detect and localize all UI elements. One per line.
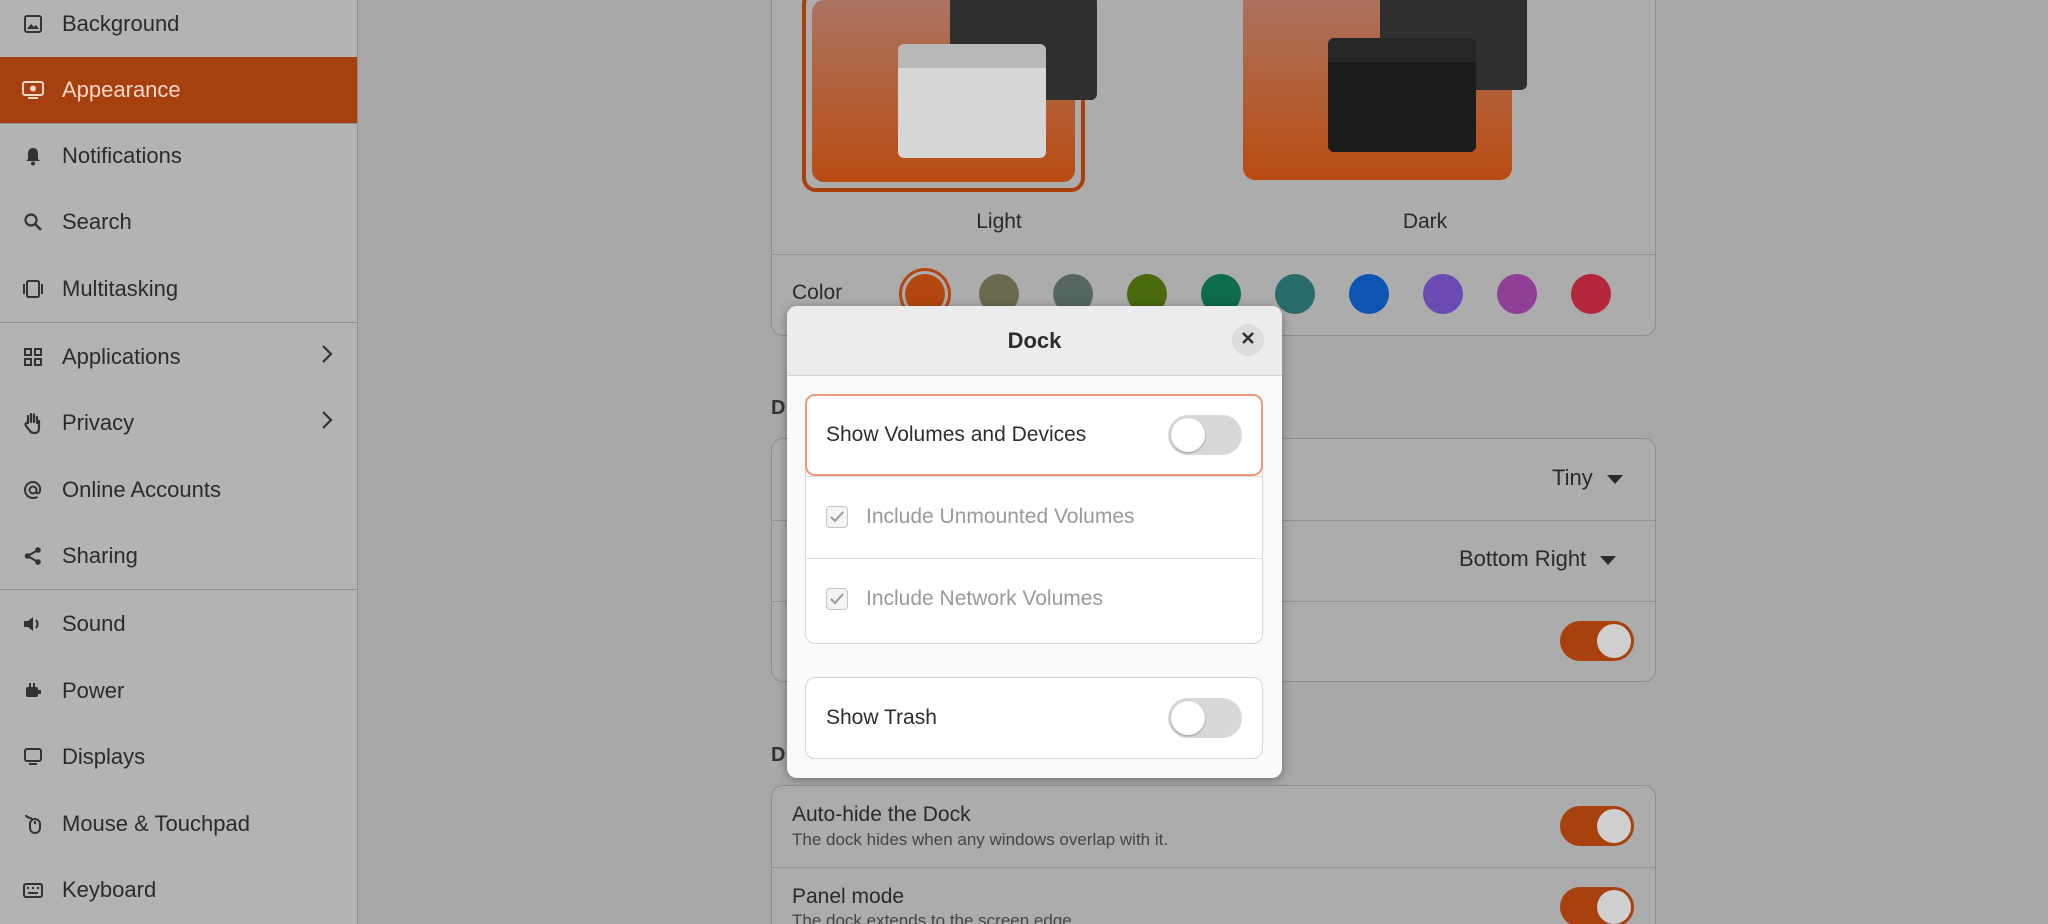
accent-color-swatch[interactable] <box>1497 274 1537 314</box>
light-preview <box>812 0 1097 182</box>
icon-size-value: Tiny <box>1552 465 1593 490</box>
sidebar-item-label: Appearance <box>62 77 181 102</box>
sidebar-item-label: Notifications <box>62 143 182 168</box>
section-heading-desktop-icons: D <box>771 397 786 419</box>
dropdown-arrow-icon <box>1600 546 1617 572</box>
row-separator <box>772 254 1655 255</box>
check-icon <box>830 587 844 611</box>
sidebar-item-power[interactable]: Power <box>0 658 357 724</box>
volumes-card: Show Volumes and Devices Include Unmount… <box>805 394 1263 644</box>
accent-color-swatch[interactable] <box>1571 274 1611 314</box>
sidebar-item-label: Displays <box>62 744 146 769</box>
show-trash-label: Show Trash <box>826 706 937 729</box>
search-icon <box>18 212 48 232</box>
sidebar-separator <box>0 322 357 323</box>
close-button[interactable] <box>1232 324 1264 356</box>
sidebar-item-label: Search <box>62 209 132 234</box>
chevron-right-icon <box>321 344 333 370</box>
icon-position-dropdown[interactable]: Bottom Right <box>1459 546 1617 572</box>
accent-color-swatch[interactable] <box>1349 274 1389 314</box>
sidebar-item-keyboard[interactable]: Keyboard <box>0 857 357 923</box>
color-label: Color <box>792 281 843 304</box>
keyboard-icon <box>18 880 48 900</box>
power-icon <box>18 681 48 701</box>
multitasking-icon <box>18 279 48 299</box>
sidebar-item-label: Multitasking <box>62 276 179 301</box>
style-dark-option[interactable] <box>1243 0 1527 180</box>
speaker-icon <box>18 614 48 634</box>
accent-color-swatch[interactable] <box>1423 274 1463 314</box>
sidebar-item-sharing[interactable]: Sharing <box>0 523 357 589</box>
sidebar-item-label: Power <box>62 678 125 703</box>
apps-grid-icon <box>18 347 48 367</box>
dialog-title: Dock <box>1007 327 1062 353</box>
sidebar-separator <box>0 589 357 590</box>
sidebar-item-privacy[interactable]: Privacy <box>0 390 357 456</box>
sidebar-item-label: Background <box>62 11 180 36</box>
icon-position-value: Bottom Right <box>1459 546 1587 571</box>
panel-mode-toggle[interactable] <box>1560 887 1634 924</box>
dialog-header: Dock <box>787 306 1282 376</box>
share-icon <box>18 546 48 566</box>
at-icon <box>18 480 48 500</box>
show-volumes-label: Show Volumes and Devices <box>826 423 1087 446</box>
check-icon <box>830 505 844 529</box>
show-volumes-row[interactable]: Show Volumes and Devices <box>806 395 1262 475</box>
sidebar-item-multitasking[interactable]: Multitasking <box>0 256 357 322</box>
sidebar-item-mouse-touchpad[interactable]: Mouse & Touchpad <box>0 791 357 857</box>
include-network-row[interactable]: Include Network Volumes <box>806 559 1262 639</box>
sidebar-item-label: Sound <box>62 611 126 636</box>
icon-size-dropdown[interactable]: Tiny <box>1552 465 1623 491</box>
autohide-dock-toggle[interactable] <box>1560 806 1634 846</box>
sidebar-item-label: Privacy <box>62 410 135 435</box>
show-trash-row[interactable]: Show Trash <box>806 678 1262 758</box>
row-separator <box>772 867 1655 868</box>
show-personal-folder-toggle[interactable] <box>1560 621 1634 661</box>
trash-card: Show Trash <box>805 677 1263 759</box>
light-window-preview <box>898 44 1046 158</box>
dark-preview <box>1243 0 1527 180</box>
dropdown-arrow-icon <box>1606 465 1623 491</box>
image-icon <box>18 14 48 34</box>
sidebar-item-search[interactable]: Search <box>0 189 357 255</box>
autohide-title: Auto-hide the Dock <box>792 803 971 826</box>
hand-icon <box>18 412 48 434</box>
dark-window-front-preview <box>1328 38 1476 152</box>
include-unmounted-row[interactable]: Include Unmounted Volumes <box>806 477 1262 557</box>
sidebar-item-label: Applications <box>62 344 181 369</box>
bell-icon <box>18 146 48 166</box>
panel-mode-subtitle: The dock extends to the screen edge. <box>792 911 1077 924</box>
sidebar-item-label: Mouse & Touchpad <box>62 811 250 836</box>
sidebar-item-label: Sharing <box>62 543 138 568</box>
dock-dialog: Dock Show Volumes and Devices Include Un… <box>787 306 1282 778</box>
include-network-checkbox[interactable] <box>826 588 848 610</box>
style-light-option[interactable] <box>802 0 1097 192</box>
include-unmounted-checkbox[interactable] <box>826 506 848 528</box>
sidebar-item-label: Online Accounts <box>62 477 221 502</box>
close-icon <box>1242 331 1254 349</box>
mouse-icon <box>18 813 48 835</box>
section-heading-dock: D <box>771 744 786 766</box>
include-unmounted-label: Include Unmounted Volumes <box>866 505 1135 528</box>
display-icon <box>18 747 48 767</box>
sidebar-item-applications[interactable]: Applications <box>0 324 357 390</box>
sidebar-item-notifications[interactable]: Notifications <box>0 123 357 189</box>
style-label-dark: Dark <box>1402 210 1448 233</box>
chevron-right-icon <box>321 410 333 436</box>
show-trash-toggle[interactable] <box>1168 698 1242 738</box>
sidebar-item-online-accounts[interactable]: Online Accounts <box>0 457 357 523</box>
style-label-light: Light <box>976 210 1022 233</box>
include-network-label: Include Network Volumes <box>866 587 1103 610</box>
sidebar-item-displays[interactable]: Displays <box>0 724 357 790</box>
appearance-icon <box>18 80 48 100</box>
sidebar-item-sound[interactable]: Sound <box>0 591 357 657</box>
sidebar-item-background[interactable]: Background <box>0 0 357 57</box>
show-volumes-toggle[interactable] <box>1168 415 1242 455</box>
sidebar-item-appearance[interactable]: Appearance <box>0 57 357 123</box>
sidebar-item-label: Keyboard <box>62 877 157 902</box>
panel-mode-title: Panel mode <box>792 885 905 908</box>
settings-sidebar: Background Appearance Notifications Sear… <box>0 0 358 924</box>
autohide-subtitle: The dock hides when any windows overlap … <box>792 830 1169 849</box>
